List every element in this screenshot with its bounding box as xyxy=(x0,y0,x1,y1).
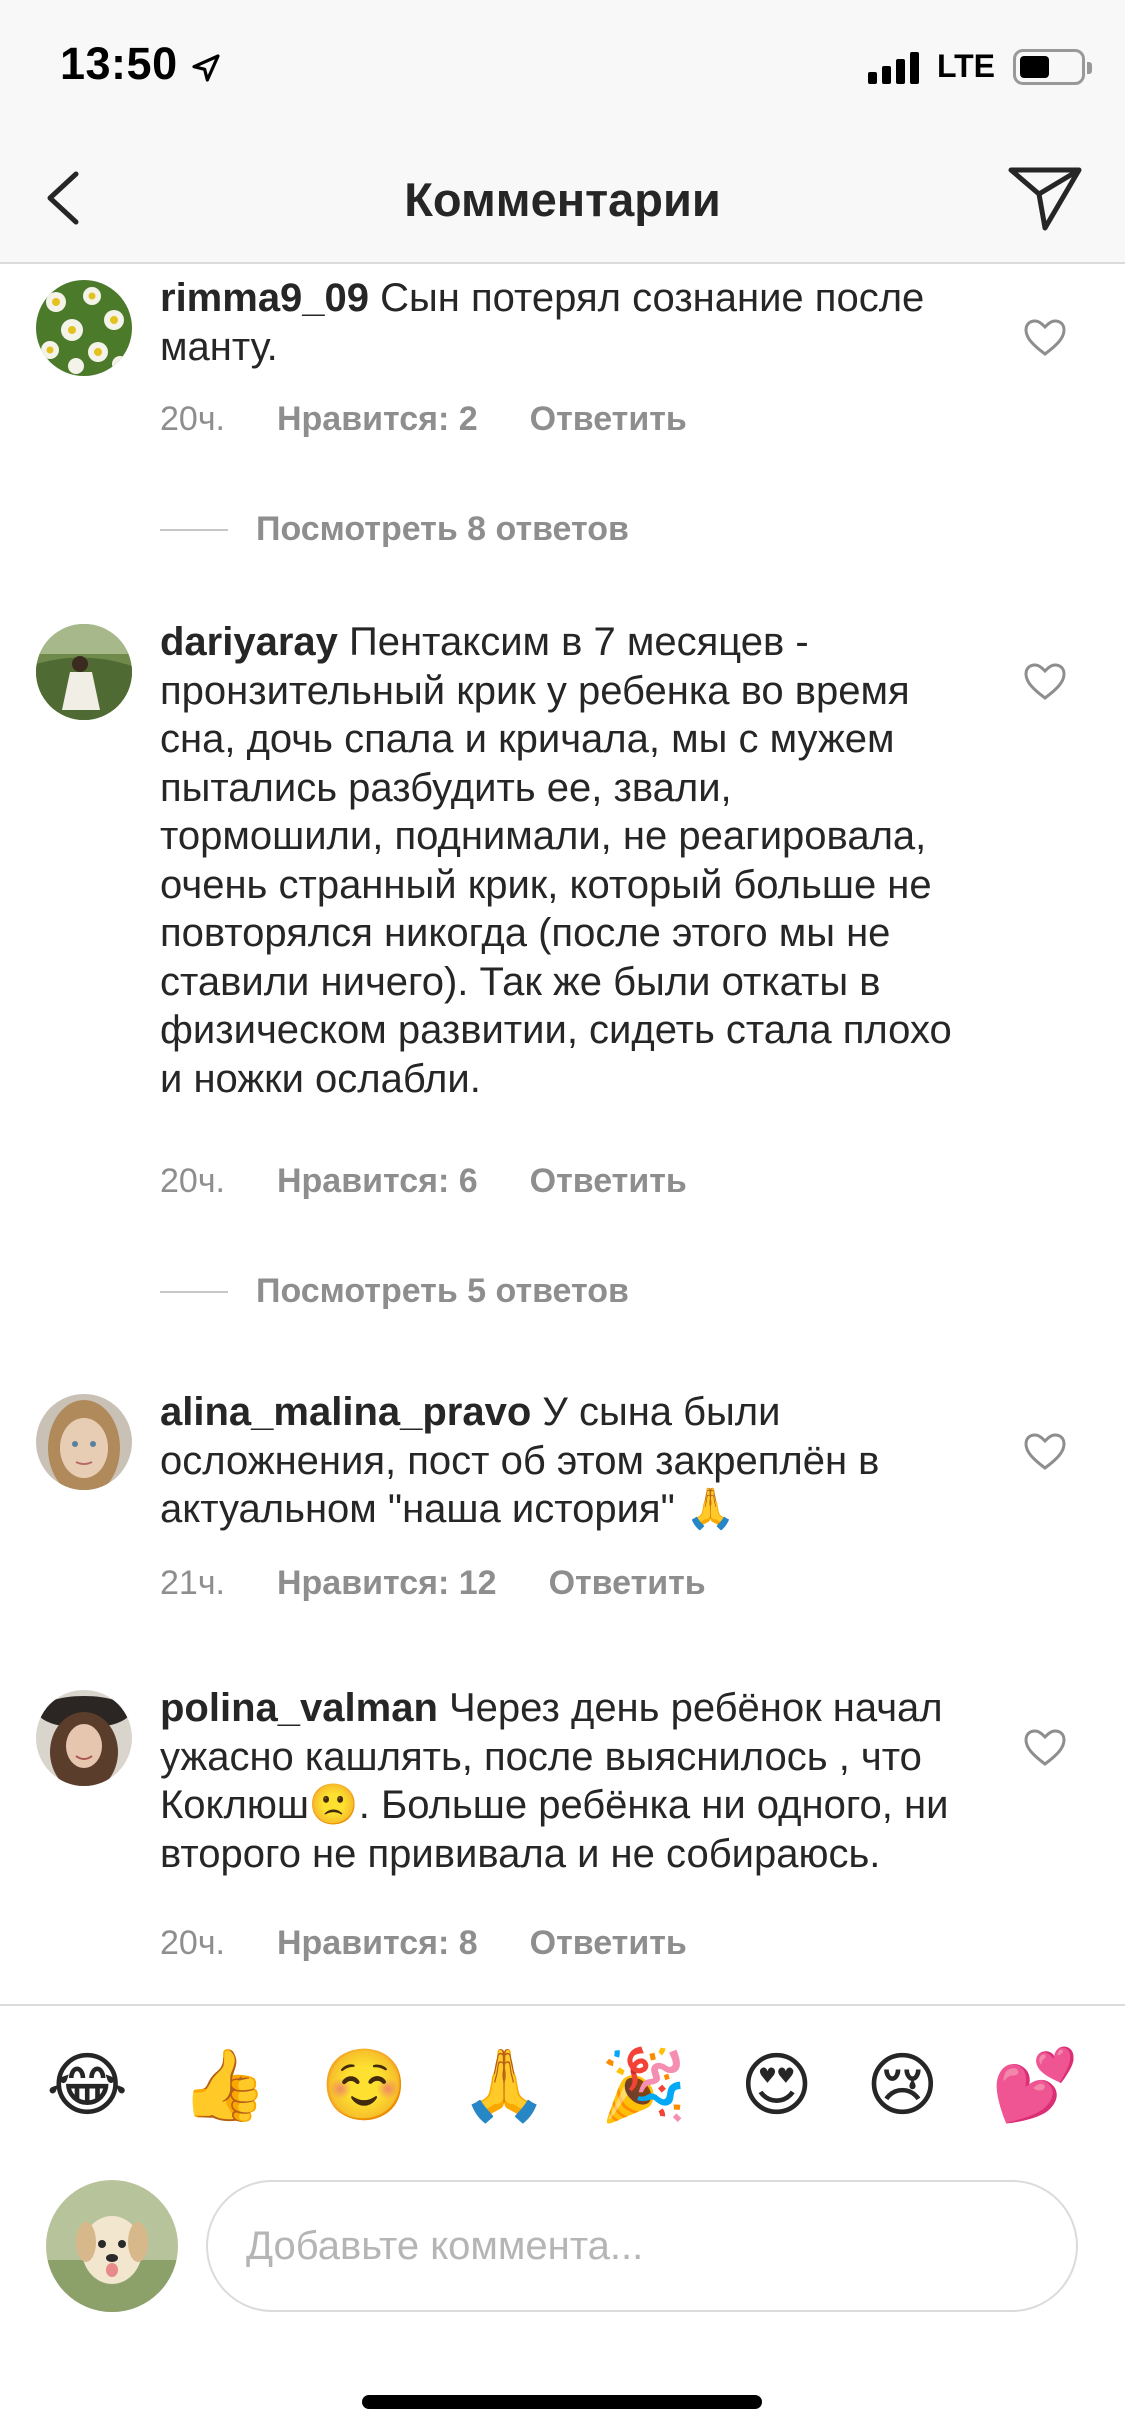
navigation-bar: Комментарии xyxy=(0,132,1125,264)
comment-time: 20ч. xyxy=(160,400,225,438)
page-title: Комментарии xyxy=(404,173,721,226)
comment-meta: 20ч. Нравится: 2 Ответить xyxy=(160,400,687,439)
avatar[interactable] xyxy=(36,280,132,376)
status-time: 13:50 xyxy=(60,38,178,89)
view-replies-button[interactable]: Посмотреть 5 ответов xyxy=(160,1272,629,1311)
comment-input[interactable] xyxy=(206,2180,1078,2312)
battery-icon xyxy=(1013,48,1092,85)
comment-body: rimma9_09 Сын потерял сознание после ман… xyxy=(160,274,960,371)
status-indicators: LTE xyxy=(867,48,1092,85)
view-replies-label: Посмотреть 5 ответов xyxy=(256,1272,629,1310)
comment-text: Пентаксим в 7 месяцев - пронзительный кр… xyxy=(160,620,952,1101)
comment-username[interactable]: rimma9_09 xyxy=(160,276,369,320)
comments-list[interactable]: rimma9_09 Сын потерял сознание после ман… xyxy=(0,266,1125,2006)
avatar[interactable] xyxy=(36,1394,132,1490)
comment-body: dariyaray Пентаксим в 7 месяцев - пронзи… xyxy=(160,618,960,1103)
send-direct-icon[interactable] xyxy=(1005,162,1085,234)
comment-username[interactable]: alina_malina_pravo xyxy=(160,1390,531,1434)
current-user-avatar xyxy=(46,2180,178,2312)
comment-likes[interactable]: Нравится: 6 xyxy=(277,1162,478,1201)
comment-time: 20ч. xyxy=(160,1924,225,1962)
comment-likes[interactable]: Нравится: 2 xyxy=(277,400,478,439)
emoji-smile-button[interactable]: ☺️ xyxy=(321,2050,408,2120)
avatar[interactable] xyxy=(36,624,132,720)
reply-button[interactable]: Ответить xyxy=(530,1924,687,1963)
comment-username[interactable]: polina_valman xyxy=(160,1686,438,1730)
comment-time: 20ч. xyxy=(160,1162,225,1200)
status-bar: 13:50 LTE xyxy=(0,0,1125,132)
view-replies-label: Посмотреть 8 ответов xyxy=(256,510,629,548)
comment-body: alina_malina_pravo У сына были осложнени… xyxy=(160,1388,960,1534)
heart-icon[interactable] xyxy=(1023,662,1067,702)
replies-divider xyxy=(160,1290,228,1293)
emoji-heart-eyes-button[interactable]: 😍 xyxy=(740,2050,813,2120)
reply-button[interactable]: Ответить xyxy=(549,1564,706,1603)
comment-body: polina_valman Через день ребёнок начал у… xyxy=(160,1684,960,1878)
emoji-quick-bar: 😂 👍 ☺️ 🙏 🎉 😍 😢 💕 xyxy=(0,2004,1125,2164)
comment-meta: 21ч. Нравится: 12 Ответить xyxy=(160,1564,706,1603)
comment-likes[interactable]: Нравится: 12 xyxy=(277,1564,497,1603)
comment-likes[interactable]: Нравится: 8 xyxy=(277,1924,478,1963)
reply-button[interactable]: Ответить xyxy=(530,400,687,439)
signal-icon xyxy=(867,50,919,84)
home-indicator[interactable] xyxy=(362,2395,762,2409)
view-replies-button[interactable]: Посмотреть 8 ответов xyxy=(160,510,629,549)
emoji-two-hearts-button[interactable]: 💕 xyxy=(991,2050,1078,2120)
emoji-cry-button[interactable]: 😢 xyxy=(866,2050,939,2120)
comment-time: 21ч. xyxy=(160,1564,225,1602)
avatar[interactable] xyxy=(36,1690,132,1786)
heart-icon[interactable] xyxy=(1023,1728,1067,1768)
emoji-pray-button[interactable]: 🙏 xyxy=(460,2050,547,2120)
heart-icon[interactable] xyxy=(1023,318,1067,358)
comment-meta: 20ч. Нравится: 8 Ответить xyxy=(160,1924,687,1963)
emoji-joy-button[interactable]: 😂 xyxy=(46,2050,128,2120)
comment-username[interactable]: dariyaray xyxy=(160,620,338,664)
network-type: LTE xyxy=(936,48,995,84)
comment-meta: 20ч. Нравится: 6 Ответить xyxy=(160,1162,687,1201)
emoji-party-button[interactable]: 🎉 xyxy=(600,2050,687,2120)
emoji-thumbs-up-button[interactable]: 👍 xyxy=(181,2050,268,2120)
location-arrow-icon xyxy=(192,54,220,82)
reply-button[interactable]: Ответить xyxy=(530,1162,687,1201)
heart-icon[interactable] xyxy=(1023,1432,1067,1472)
comment-composer xyxy=(0,2164,1125,2344)
replies-divider xyxy=(160,528,228,531)
